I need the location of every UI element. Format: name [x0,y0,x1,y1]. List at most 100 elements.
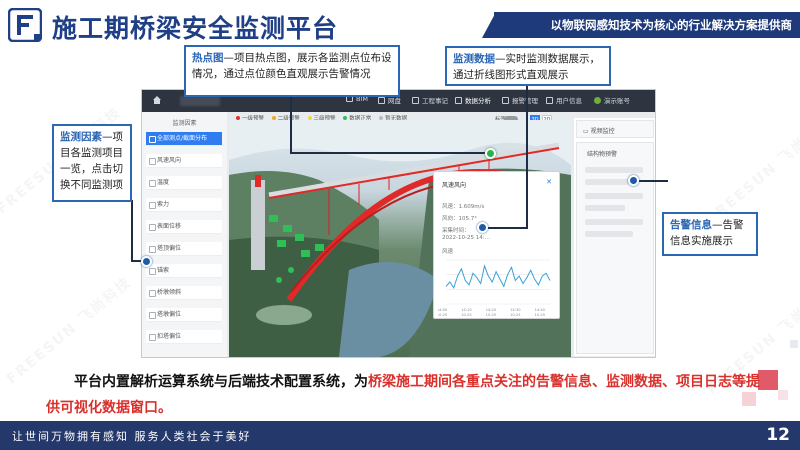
hotspot-callout: 热点图—项目热点图，展示各监测点位布设情况，通过点位颜色直观展示告警情况 [184,45,400,97]
alarm-row-blurred[interactable] [585,205,625,211]
callout-keyword: 热点图 [192,52,224,64]
nav-label: 演示账号 [604,97,630,105]
sensor-point[interactable] [276,277,282,283]
monitoring-factor-panel: 监测因素 全部测点/截面分布 风速风向 温度 索力 表面位移 塔顶偏位 锚索 桥… [142,112,227,357]
footer-slogan: 让世间万物拥有感知 服务人类社会于美好 [12,430,252,443]
x-tick-label: 14:00 [438,308,448,312]
factor-item[interactable]: 索力 [146,198,222,212]
alarm-callout: 告警信息—告警信息实施展示 [662,212,758,256]
nav-item-account[interactable]: 演示账号 [594,95,630,105]
factor-item[interactable]: 扣塔偏位 [146,330,222,344]
nav-label: 数据分析 [465,97,491,105]
popup-value: 采集时间： [442,228,470,234]
sky [229,120,571,165]
tagline-banner: 以物联网感知技术为核心的行业解决方案提供商 [494,12,800,38]
callout-keyword: 告警信息 [670,219,712,231]
decor-square [778,390,788,400]
close-icon[interactable]: ✕ [546,178,552,186]
alarm-row-blurred[interactable] [585,231,633,237]
nav-label: 工程事记 [422,97,448,105]
user-icon [546,97,553,104]
factor-item[interactable]: 桥墩倾斜 [146,286,222,300]
project-name-blurred [180,96,220,106]
sensor-point[interactable] [288,267,294,273]
x-tick-label: 14:20 [486,308,497,312]
home-icon[interactable] [152,95,162,105]
popup-value: 风速：1.609m/s [442,204,485,210]
factor-item[interactable]: 全部测点/截面分布 [146,132,222,146]
avatar-icon [594,97,601,104]
factors-callout: 监测因素—项目各监测项目一览，点击切换不同监测项 [52,124,132,202]
left-tower [251,180,265,270]
wind-speed-series-line [445,264,551,290]
video-title-label: 视频监控 [590,128,615,135]
sensor-point[interactable] [295,234,304,241]
sensor-point[interactable] [277,240,286,247]
data-icon [455,97,462,104]
company-logo [8,8,42,42]
panel-heading: 监测因素 [172,120,197,127]
video-card[interactable]: ▭ 视频监控 [576,120,654,138]
page-title: 施工期桥梁安全监测平台 [52,14,339,43]
connector-line [290,152,491,154]
video-icon: ▭ [583,128,591,135]
alarm-row-blurred[interactable] [585,167,643,173]
annotation-marker [628,175,639,186]
factor-item[interactable]: 风速风向 [146,154,222,168]
nav-item-data-analysis[interactable]: 数据分析 [455,95,491,105]
connector-line [526,83,528,229]
sensor-point[interactable] [301,250,310,257]
alarm-row-blurred[interactable] [585,219,643,225]
connector-line [131,200,133,262]
callout-keyword: 监测数据 [453,53,495,65]
x-tick-label: 10-25 [510,313,520,317]
nav-item-log[interactable]: 工程事记 [412,95,448,105]
wind-speed-line-chart [445,259,551,305]
decor-square [790,340,798,348]
x-tick-label: 10-25 [461,313,471,317]
page-number: 12 [766,425,790,445]
video-monitor-title: ▭ 视频监控 [583,126,615,135]
alarm-panel-title: 结构物预警 [587,151,618,158]
nav-item-alarm[interactable]: 报警管理 [502,95,538,105]
x-tick-label: 10-25 [535,313,545,317]
log-icon [412,97,419,104]
watermark: FREESUN 飞尚科技 [703,114,800,228]
nav-item-user[interactable]: 用户信息 [546,95,582,105]
app-screenshot: BIM 网盘 工程事记 数据分析 报警管理 用户信息 演示账号 监测因素 全部测… [141,89,656,358]
alarm-row-blurred[interactable] [585,193,643,199]
callout-keyword: 监测因素 [60,131,102,143]
annotation-marker [141,256,152,267]
footer-bar: 让世间万物拥有感知 服务人类社会于美好 12 [0,421,800,450]
alarm-card: 结构物预警 [576,142,654,354]
chart-title: 风速 [442,249,454,255]
x-tick-label: 10-25 [486,313,496,317]
annotation-marker [477,222,488,233]
alarm-row-blurred[interactable] [585,179,629,185]
factor-item[interactable]: 温度 [146,176,222,190]
connector-line [482,227,528,229]
x-tick-label: 10-25 [438,313,447,317]
sensor-point[interactable] [269,215,278,222]
caption-text: 平台内置解析运算系统与后端技术配置系统，为 [74,374,368,390]
sensor-point[interactable] [283,225,292,232]
foundation-area [256,305,312,325]
factor-item[interactable]: 锚索 [146,264,222,278]
factor-item[interactable]: 塔顶偏位 [146,242,222,256]
connector-line [290,96,292,154]
network-icon [378,97,385,104]
popup-title: 风速风向 [442,182,467,189]
popup-value: 2022-10-25 14:… [442,235,491,241]
factor-item[interactable]: 表面位移 [146,220,222,234]
nav-label: 网盘 [388,97,401,105]
chart-x-axis: 14:0010-2514:1010-2514:2010-2514:3010-25… [438,308,546,317]
x-tick-label: 14:40 [535,308,546,312]
right-panel: ▭ 视频监控 结构物预警 [574,118,655,356]
popup-value: 风向：105.7° [442,216,477,222]
data-callout: 监测数据—实时监测数据展示，通过折线图形式直观展示 [445,46,611,86]
nav-label: 用户信息 [556,97,582,105]
sensor-point[interactable] [315,244,324,251]
hotspot-marker [485,148,496,159]
left-tower-top [255,175,261,187]
factor-item[interactable]: 塔墩偏位 [146,308,222,322]
